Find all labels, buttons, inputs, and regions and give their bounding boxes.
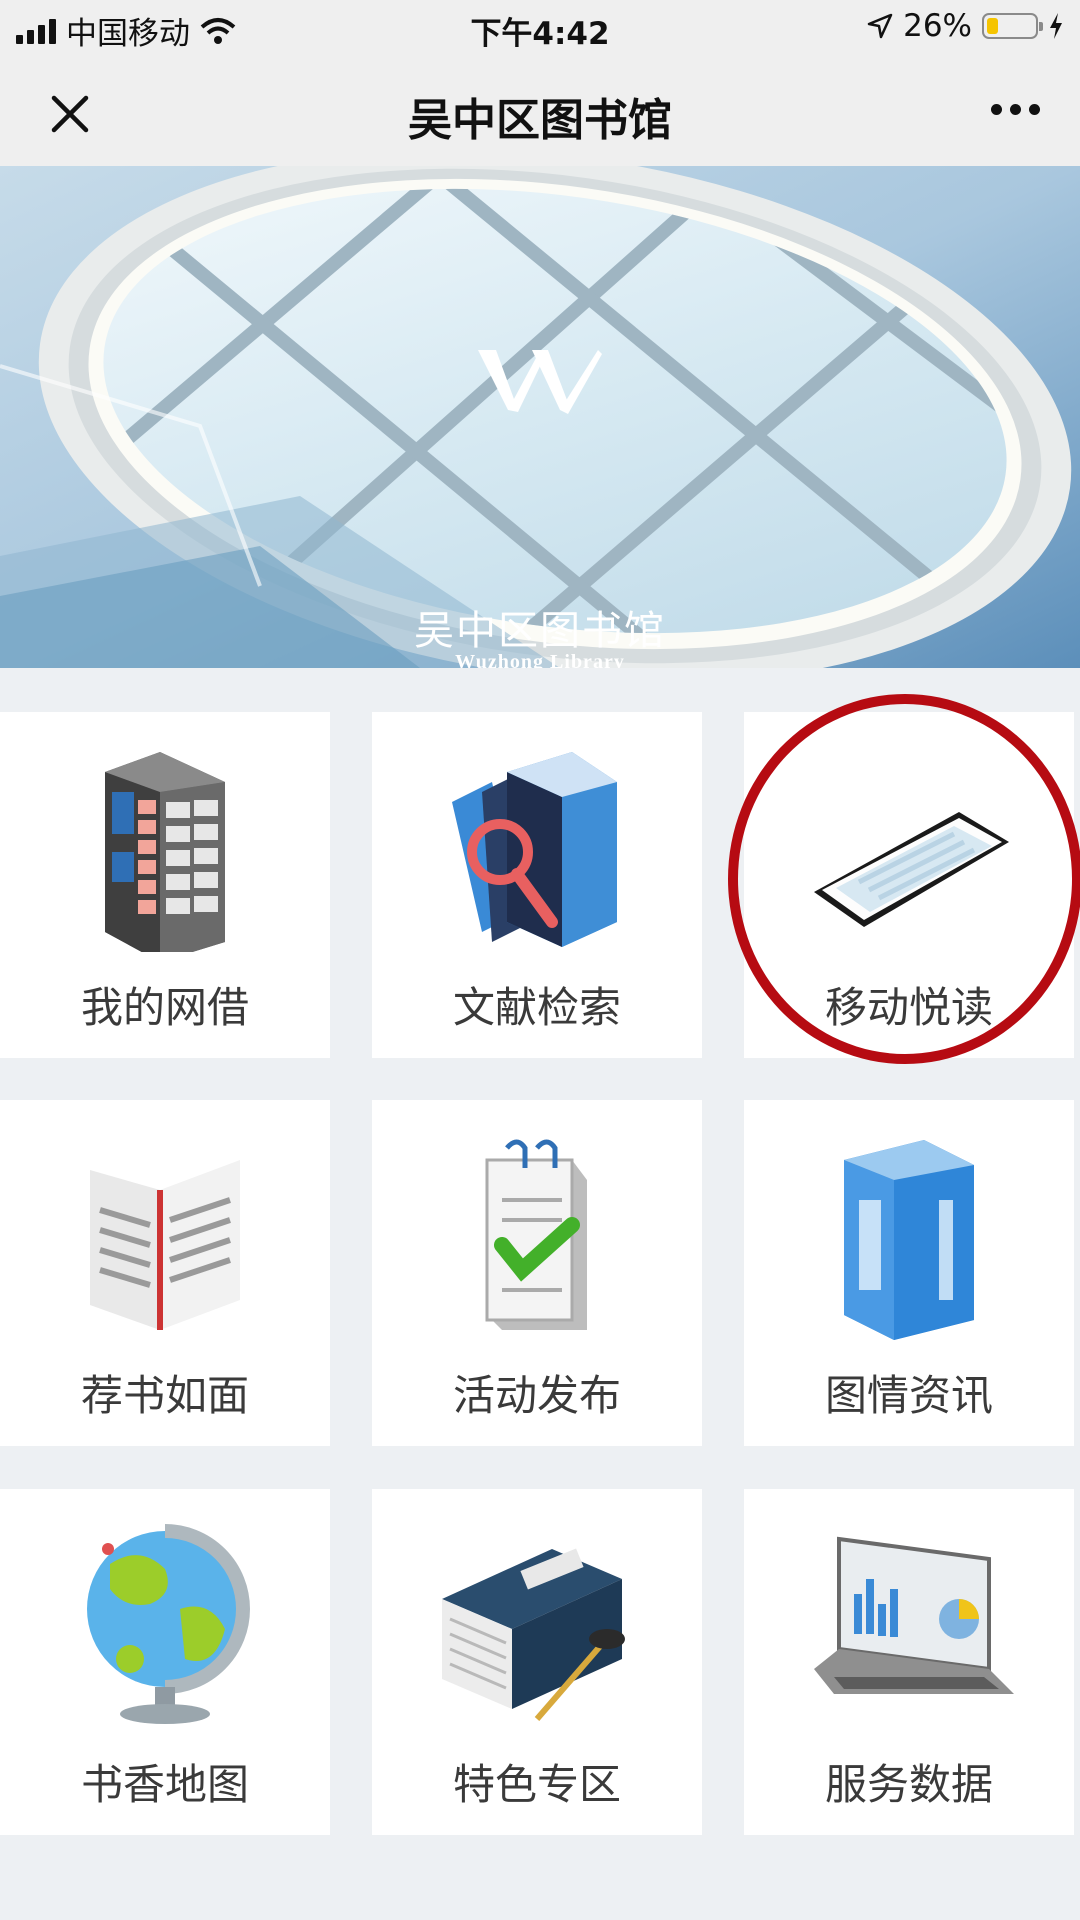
- tile-label: 活动发布: [452, 1371, 621, 1420]
- page-title: 吴中区图书馆: [408, 95, 672, 146]
- tile-label: 文献检索: [452, 983, 621, 1032]
- more-icon[interactable]: [980, 94, 1050, 124]
- tile-label: 特色专区: [452, 1760, 621, 1809]
- charging-bolt-icon: [1050, 13, 1062, 39]
- tile-my-borrow[interactable]: 我的网借: [0, 712, 330, 1058]
- banner-subtitle: Wuzhong Library: [455, 651, 625, 668]
- battery-percent: 26%: [903, 8, 972, 44]
- battery-icon: [982, 13, 1043, 39]
- tile-service-data[interactable]: 服务数据: [744, 1489, 1074, 1835]
- tile-label: 服务数据: [824, 1760, 993, 1809]
- special-book-icon: [442, 1548, 625, 1721]
- book-search-icon: [452, 752, 617, 947]
- phone-icon: [814, 812, 1009, 927]
- tile-label: 荐书如面: [80, 1371, 249, 1420]
- tile-label: 书香地图: [80, 1760, 249, 1809]
- tile-book-map[interactable]: 书香地图: [0, 1489, 330, 1835]
- info-book-icon: [844, 1140, 974, 1340]
- status-right: 26%: [867, 8, 1064, 44]
- banner-title: 吴中区图书馆: [414, 608, 666, 654]
- banner-image: 吴中区图书馆 Wuzhong Library: [0, 166, 1080, 668]
- locker-icon: [105, 752, 225, 952]
- status-bar: 中国移动 下午4:42 26%: [0, 0, 1080, 54]
- library-ceiling-image: [0, 166, 1080, 668]
- tile-library-news[interactable]: 图情资讯: [744, 1100, 1074, 1446]
- nav-bar: 吴中区图书馆: [0, 54, 1080, 166]
- tile-activity[interactable]: 活动发布: [372, 1100, 702, 1446]
- tile-label: 图情资讯: [824, 1371, 993, 1420]
- tile-label: 移动悦读: [824, 983, 993, 1032]
- tile-book-recommend[interactable]: 荐书如面: [0, 1100, 330, 1446]
- tile-mobile-reading[interactable]: 移动悦读: [744, 712, 1074, 1058]
- battery-fill: [987, 18, 998, 34]
- calendar-check-icon: [485, 1139, 587, 1330]
- location-arrow-icon: [867, 13, 893, 39]
- globe-icon: [87, 1524, 250, 1724]
- open-book-icon: [90, 1160, 240, 1330]
- tile-label: 我的网借: [80, 983, 249, 1032]
- laptop-chart-icon: [814, 1536, 1014, 1694]
- tile-literature-search[interactable]: 文献检索: [372, 712, 702, 1058]
- tile-special-zone[interactable]: 特色专区: [372, 1489, 702, 1835]
